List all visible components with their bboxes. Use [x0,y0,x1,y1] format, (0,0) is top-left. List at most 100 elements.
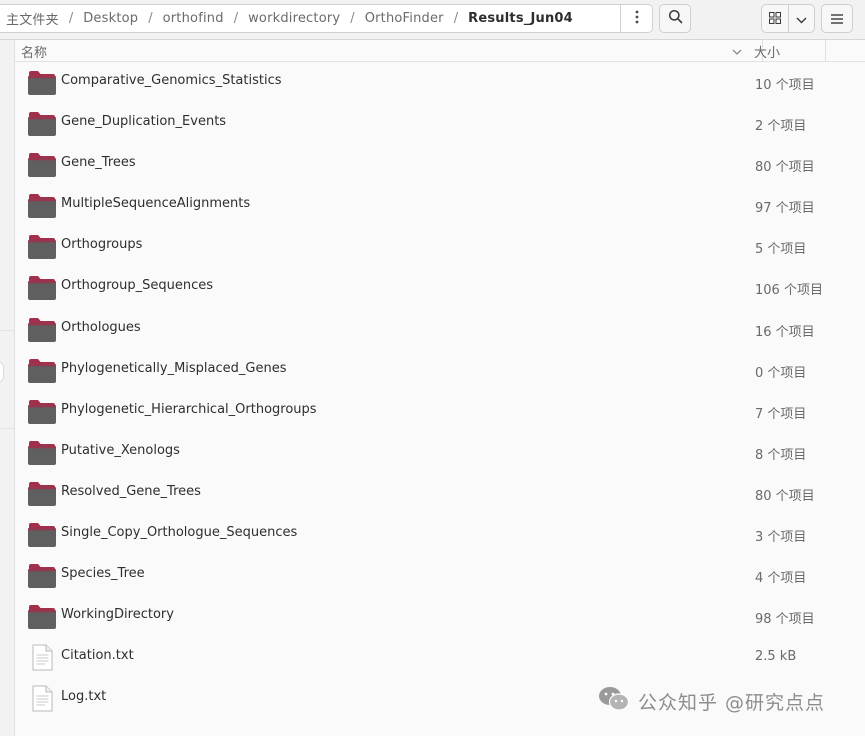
breadcrumb: 主文件夹 / Desktop / orthofind / workdirectory / Ort… [0,9,578,28]
header-bar: 主文件夹 / Desktop / orthofind / workdirectory / Ort… [0,0,865,40]
search-button[interactable] [659,4,691,33]
main-menu-button[interactable] [821,4,853,33]
folder-row[interactable]: Single_Copy_Orthologue_Sequences 3 个项目 [15,514,865,555]
folder-row[interactable]: Orthogroup_Sequences 106 个项目 [15,267,865,308]
folder-icon [27,316,57,343]
grid-view-icon [768,9,781,28]
file-row[interactable]: Citation.txt 2.5 kB [15,637,865,678]
file-size: 97 个项目 [755,201,815,217]
folder-icon [27,110,57,137]
folder-row[interactable]: Gene_Trees 80 个项目 [15,144,865,185]
file-name: Orthogroup_Sequences [61,278,214,294]
file-name: MultipleSequenceAlignments [61,196,251,212]
sidebar-edge [0,40,15,736]
file-size: 7 个项目 [755,406,807,422]
column-name-header[interactable]: 名称 [21,42,47,61]
file-size: 106 个项目 [755,283,823,299]
folder-icon [27,233,57,260]
watermark: 公众知乎 @研究点点 [598,686,826,716]
sidebar-resize-handle[interactable] [0,362,4,382]
file-size: 80 个项目 [755,160,815,176]
breadcrumb-separator: / [148,11,153,26]
column-size-header[interactable]: 大小 [754,42,780,61]
breadcrumb-item[interactable]: 主文件夹 [0,9,64,28]
breadcrumb-separator: / [350,11,355,26]
breadcrumb-separator: / [233,11,239,26]
folder-row[interactable]: Species_Tree 4 个项目 [15,555,865,596]
file-name: Orthologues [61,319,141,335]
file-size: 8 个项目 [755,447,807,463]
breadcrumb-separator: / [68,11,74,26]
folder-icon [27,398,57,425]
breadcrumb-item[interactable]: Desktop [78,11,143,26]
kebab-menu-icon [635,9,639,28]
file-size: 3 个项目 [755,530,807,546]
file-list: Comparative_Genomics_Statistics 10 个项目 Gen… [15,62,865,720]
file-name: Species_Tree [61,566,145,582]
file-name: Citation.txt [61,648,134,664]
hamburger-menu-icon [831,9,843,28]
folder-icon [27,69,57,96]
file-name: Phylogenetic_Hierarchical_Orthogroups [61,401,317,417]
grid-view-button[interactable] [762,5,788,32]
folder-icon [27,562,57,589]
file-size: 98 个项目 [755,612,815,628]
folder-icon [27,151,57,178]
chevron-down-icon [796,9,807,28]
folder-row[interactable]: Gene_Duplication_Events 2 个项目 [15,103,865,144]
path-menu-button[interactable] [620,5,652,32]
folder-icon [27,439,57,466]
folder-row[interactable]: Putative_Xenologs 8 个项目 [15,432,865,473]
path-bar: 主文件夹 / Desktop / orthofind / workdirectory / Ort… [0,4,653,33]
folder-row[interactable]: MultipleSequenceAlignments 97 个项目 [15,185,865,226]
folder-icon [27,480,57,507]
divider [0,330,15,331]
breadcrumb-separator: / [453,11,459,26]
file-size: 16 个项目 [755,324,815,340]
file-size: 5 个项目 [755,242,807,258]
watermark-text: 公众知乎 @研究点点 [638,691,826,714]
file-name: Putative_Xenologs [61,442,180,458]
view-options-button[interactable] [787,5,814,32]
file-size: 80 个项目 [755,488,815,504]
breadcrumb-item[interactable]: OrthoFinder [360,11,449,26]
file-name: Log.txt [61,689,107,705]
folder-row[interactable]: Orthologues 16 个项目 [15,309,865,350]
breadcrumb-current[interactable]: Results_Jun04 [463,11,578,26]
folder-row[interactable]: WorkingDirectory 98 个项目 [15,596,865,637]
wechat-logo-icon [598,686,630,716]
file-name: Gene_Trees [61,155,136,171]
file-size: 4 个项目 [755,571,807,587]
divider [0,428,15,429]
file-name: Single_Copy_Orthologue_Sequences [61,525,298,541]
folder-row[interactable]: Comparative_Genomics_Statistics 10 个项目 [15,62,865,103]
file-size: 2.5 kB [755,649,797,665]
folder-row[interactable]: Orthogroups 5 个项目 [15,226,865,267]
folder-icon [27,603,57,630]
text-file-icon [27,644,57,671]
file-name: Orthogroups [61,237,143,253]
file-name: WorkingDirectory [61,607,174,623]
folder-icon [27,357,57,384]
file-size: 0 个项目 [755,365,807,381]
folder-row[interactable]: Phylogenetic_Hierarchical_Orthogroups 7 个… [15,391,865,432]
column-divider[interactable] [825,40,826,62]
folder-row[interactable]: Phylogenetically_Misplaced_Genes 0 个项目 [15,350,865,391]
folder-icon [27,274,57,301]
file-name: Phylogenetically_Misplaced_Genes [61,360,287,376]
column-header: 名称 大小 [15,40,865,62]
file-size: 10 个项目 [755,78,815,93]
text-file-icon [27,685,57,712]
sort-ascending-icon [732,45,742,60]
breadcrumb-item[interactable]: workdirectory [243,11,345,26]
folder-icon [27,521,57,548]
folder-icon [27,192,57,219]
folder-row[interactable]: Resolved_Gene_Trees 80 个项目 [15,473,865,514]
file-name: Comparative_Genomics_Statistics [61,73,282,88]
breadcrumb-item[interactable]: orthofind [158,11,229,26]
file-size: 2 个项目 [755,119,807,135]
file-name: Gene_Duplication_Events [61,114,227,130]
file-manager-window: 主文件夹 / Desktop / orthofind / workdirectory / Ort… [0,0,865,736]
view-toggle [761,4,815,33]
search-icon [668,9,683,28]
